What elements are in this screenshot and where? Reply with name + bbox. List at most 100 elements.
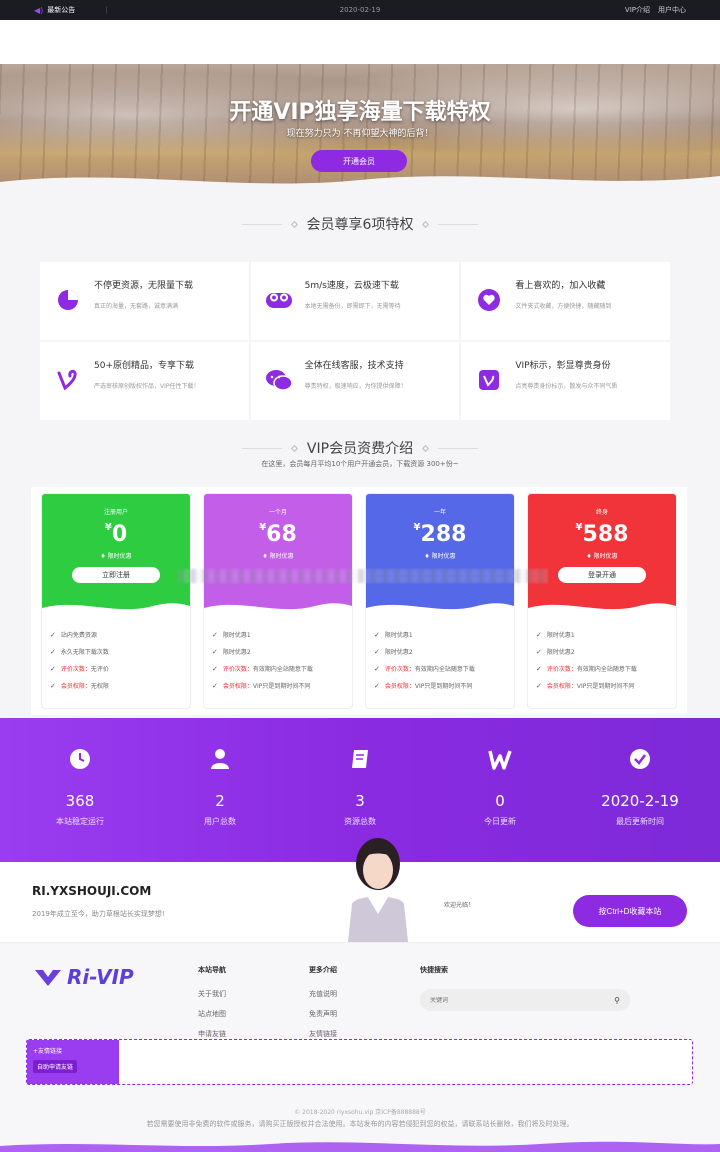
list-item: ✓ 评价次数：无评价 — [50, 664, 109, 674]
speaker-icon: ◀) — [34, 5, 44, 15]
plan-wave — [204, 603, 352, 616]
feature-title: 全体在线客服，技术支持 — [304, 361, 404, 371]
check-icon: ✓ — [50, 630, 56, 639]
about-link[interactable]: 关于我们 — [198, 989, 226, 999]
plan-features: ✓ 站内免费资源 ✓ 永久无限下载次数 ✓ 评价次数：无评价 ✓ 会员权限：无权限 — [42, 616, 190, 704]
list-item: ✓ 会员权限：VIP只是到期时间不同 — [374, 681, 473, 691]
plan-tag: ♦ 限时优惠 — [424, 553, 456, 560]
bottom-wave — [0, 1141, 720, 1152]
register-button[interactable]: 立即注册 — [72, 567, 160, 583]
logo-icon — [35, 970, 61, 986]
plan-card-lifetime: 终身 ¥588 ♦ 限时优惠 登录开通 ✓ 限时优惠1 ✓ 限时优惠2 ✓ 评价次数：… — [527, 493, 677, 709]
plan-features: ✓ 限时优惠1 ✓ 限时优惠2 ✓ 评价次数：有效期内全站随意下载 ✓ 会员权限：VIP… — [204, 616, 352, 704]
friend-links-label: +友情链接 自助申请友链 — [27, 1040, 119, 1084]
apply-link-link[interactable]: 申请友链 — [198, 1029, 226, 1039]
search-input[interactable] — [430, 996, 615, 1004]
pie-chart-icon — [54, 286, 82, 314]
plan-wave — [42, 603, 190, 616]
stat-value: 368 — [65, 792, 95, 810]
list-item: ✓ 评价次数：有效期内全站随意下载 — [212, 664, 313, 674]
feature-card: VIP标示，彰显尊贵身份 点亮尊贵身份标示，散发与众不同气质 — [461, 342, 670, 420]
copyright: © 2018-2020 riyxsohu.vip 京ICP备888888号 — [294, 1109, 426, 1116]
plan-header: 一个月 ¥68 ♦ 限时优惠 — [204, 494, 352, 616]
check-icon: ✓ — [536, 647, 542, 656]
features-title: 会员尊享6项特权 — [0, 214, 720, 234]
plan-name: 一年 — [433, 509, 446, 516]
blurred-watermark — [178, 569, 548, 583]
plan-price: ¥0 — [104, 522, 128, 547]
list-item: ✓ 限时优惠2 — [536, 647, 575, 657]
check-icon: ✓ — [536, 664, 542, 673]
vip-intro-link[interactable]: VIP介绍 — [625, 5, 650, 15]
search-icon[interactable]: ⚲ — [614, 996, 620, 1005]
pricing-plans: 注册用户 ¥0 ♦ 限时优惠 立即注册 ✓ 站内免费资源 ✓ 永久无限下载次数 ✓ 评… — [31, 487, 687, 715]
logo-text: Ri-VIP — [67, 965, 134, 989]
w-logo-icon — [435, 748, 565, 776]
site-logo[interactable]: Ri-VIP — [33, 965, 134, 989]
footer-more: 更多介绍 充值说明 免责声明 友情链接 — [309, 965, 337, 1049]
check-icon: ✓ — [212, 647, 218, 656]
search-box: ⚲ — [420, 989, 630, 1011]
vine-icon — [54, 366, 82, 394]
feature-desc: 文件夹式收藏，方便快捷，随藏随到 — [515, 303, 612, 310]
stat-value: 0 — [495, 792, 505, 810]
check-icon: ✓ — [374, 630, 380, 639]
apply-friend-link-button[interactable]: 自助申请友链 — [33, 1060, 78, 1073]
cloud-icon — [265, 286, 293, 314]
recharge-link[interactable]: 充值说明 — [309, 989, 337, 999]
stat-label: 最后更新时间 — [616, 817, 664, 826]
wechat-icon — [265, 366, 293, 394]
site-domain: RI.YXSHOUJI.COM — [32, 884, 152, 898]
plan-header: 一年 ¥288 ♦ 限时优惠 — [366, 494, 514, 616]
plan-name: 终身 — [595, 509, 608, 516]
feature-card: 全体在线客服，技术支持 尊贵特权，极速响应，为你提供保障！ — [250, 342, 460, 420]
stat-value: 2 — [215, 792, 225, 810]
list-item: ✓ 会员权限：无权限 — [50, 681, 109, 691]
hero-subtitle: 现在努力只为 不再仰望大神的后背！ — [286, 129, 434, 139]
feature-title: 5m/s速度，云极速下载 — [304, 281, 399, 291]
feature-card: 看上喜欢的，加入收藏 文件夹式收藏，方便快捷，随藏随到 — [461, 262, 670, 340]
login-open-button[interactable]: 登录开通 — [558, 567, 646, 583]
plan-card-year: 一年 ¥288 ♦ 限时优惠 ✓ 限时优惠1 ✓ 限时优惠2 ✓ 评价次数：有效期内全… — [365, 493, 515, 709]
stat-users: 2 用户总数 — [155, 718, 285, 862]
disclaimer-link[interactable]: 免责声明 — [309, 1009, 337, 1019]
plan-header: 注册用户 ¥0 ♦ 限时优惠 立即注册 — [42, 494, 190, 616]
plan-card-free: 注册用户 ¥0 ♦ 限时优惠 立即注册 ✓ 站内免费资源 ✓ 永久无限下载次数 ✓ 评… — [41, 493, 191, 709]
list-item: ✓ 限时优惠1 — [374, 630, 413, 640]
friend-links-link[interactable]: 友情链接 — [309, 1029, 337, 1039]
bookmark-button[interactable]: 按Ctrl+D收藏本站 — [573, 895, 687, 927]
footer-search: 快捷搜索 — [420, 965, 448, 989]
footer-nav: 本站导航 关于我们 站点地图 申请友链 — [198, 965, 226, 1049]
check-icon: ✓ — [374, 647, 380, 656]
plan-price: ¥588 — [575, 522, 629, 547]
column-title: 快捷搜索 — [420, 966, 448, 974]
plan-tag: ♦ 限时优惠 — [262, 553, 294, 560]
feature-title: VIP标示，彰显尊贵身份 — [515, 361, 611, 371]
user-icon — [155, 748, 285, 776]
footer: Ri-VIP 本站导航 关于我们 站点地图 申请友链 更多介绍 充值说明 免责声… — [0, 942, 720, 1152]
top-bar: ◀) 最新公告 | 2020-02-19 VIP介绍 用户中心 — [0, 0, 720, 20]
user-center-link[interactable]: 用户中心 — [658, 5, 686, 15]
mascot-avatar — [348, 838, 408, 942]
list-item: ✓ 限时优惠1 — [212, 630, 251, 640]
list-item: ✓ 评价次数：有效期内全站随意下载 — [536, 664, 637, 674]
list-item: ✓ 评价次数：有效期内全站随意下载 — [374, 664, 475, 674]
feature-card: 5m/s速度，云极速下载 本地无需备份，即需即下，无需等待 — [250, 262, 460, 340]
feature-title: 看上喜欢的，加入收藏 — [515, 281, 606, 291]
feature-desc: 尊贵特权，极速响应，为你提供保障！ — [304, 383, 407, 390]
hero-banner: 开通VIP独享海量下载特权 现在努力只为 不再仰望大神的后背！ 开通会员 — [0, 64, 720, 192]
divider: | — [105, 6, 108, 14]
list-item: ✓ 限时优惠2 — [374, 647, 413, 657]
sitemap-link[interactable]: 站点地图 — [198, 1009, 226, 1019]
hero-wave — [0, 176, 720, 192]
announcement[interactable]: ◀) 最新公告 — [34, 5, 75, 15]
check-icon: ✓ — [536, 681, 542, 690]
plan-tag: ♦ 限时优惠 — [100, 553, 132, 560]
plan-price: ¥68 — [259, 522, 297, 547]
check-icon: ✓ — [374, 681, 380, 690]
book-icon — [295, 748, 425, 776]
friend-links-box: +友情链接 自助申请友链 — [26, 1039, 693, 1085]
check-circle-icon — [575, 748, 705, 776]
feature-card: 不停更资源，无限量下载 真正的海量，无套路，诚意满满 — [40, 262, 249, 340]
plan-price: ¥288 — [413, 522, 467, 547]
